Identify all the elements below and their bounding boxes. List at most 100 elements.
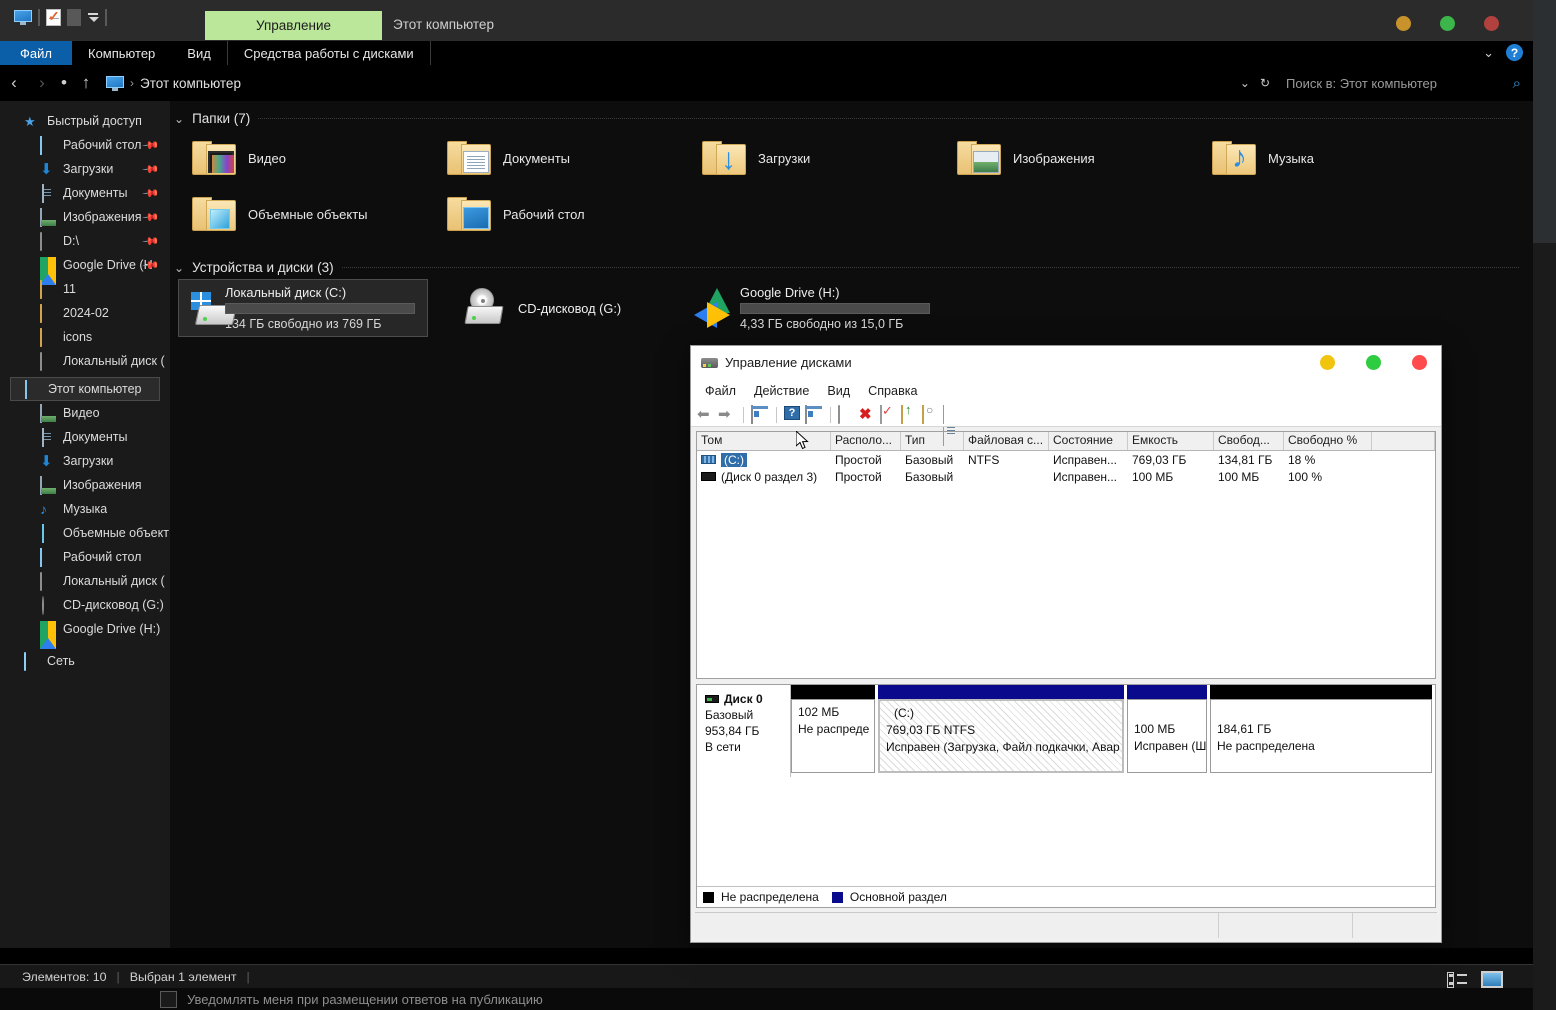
- sidebar-item-pictures[interactable]: Изображения 📌: [0, 205, 170, 229]
- column-header-capacity[interactable]: Емкость: [1128, 432, 1214, 450]
- tab-file[interactable]: Файл: [0, 41, 72, 65]
- quick-access-toolbar[interactable]: [14, 8, 107, 26]
- partition-box[interactable]: (C:) 769,03 ГБ NTFS Исправен (Загрузка, …: [878, 699, 1124, 773]
- breadcrumb[interactable]: › Этот компьютер: [100, 70, 1240, 96]
- disk-management-toolbar[interactable]: ⬅ ➡ ? ✖: [691, 403, 1441, 446]
- device-tile-cd-drive-g[interactable]: CD-дисковод (G:): [450, 279, 700, 337]
- tab-disk-tools[interactable]: Средства работы с дисками: [226, 41, 431, 65]
- navigation-pane[interactable]: ★ Быстрый доступ Рабочий стол 📌 ⬇ Загруз…: [0, 101, 170, 948]
- sidebar-item-local-disk-c[interactable]: Локальный диск (: [0, 569, 170, 593]
- properties-icon[interactable]: [46, 8, 61, 26]
- partition-unallocated-2[interactable]: 184,61 ГБ Не распределена: [1210, 685, 1432, 777]
- disk-row-0[interactable]: Диск 0 Базовый 953,84 ГБ В сети 102 МБ Н…: [697, 685, 1435, 777]
- search-icon[interactable]: ⌕: [1513, 75, 1521, 92]
- column-header-filesystem[interactable]: Файловая с...: [964, 432, 1049, 450]
- sidebar-item-3d-objects[interactable]: Объемные объект: [0, 521, 170, 545]
- folder-tile-pictures[interactable]: Изображения: [935, 130, 1190, 186]
- details-view-button[interactable]: [1447, 971, 1467, 988]
- customize-qat-icon[interactable]: [87, 13, 99, 22]
- sidebar-item-drive-d[interactable]: D:\ 📌: [0, 229, 170, 253]
- address-dropdown-icon[interactable]: ⌄: [1240, 76, 1250, 90]
- breadcrumb-item[interactable]: Этот компьютер: [140, 76, 241, 91]
- tab-computer[interactable]: Компьютер: [72, 41, 171, 65]
- column-header-spacer[interactable]: [1372, 432, 1435, 450]
- sidebar-item-cd-drive[interactable]: CD-дисковод (G:): [0, 593, 170, 617]
- back-icon[interactable]: ⬅: [697, 406, 715, 423]
- recent-locations-button[interactable]: •: [56, 73, 72, 93]
- list-icon[interactable]: [943, 405, 961, 446]
- notify-checkbox[interactable]: [160, 990, 177, 1008]
- sidebar-item-local-disk-quick[interactable]: Локальный диск (: [0, 349, 170, 373]
- folder-tile-video[interactable]: Видео: [170, 130, 425, 186]
- column-header-type[interactable]: Тип: [901, 432, 964, 450]
- show-tree-icon[interactable]: [751, 405, 769, 424]
- maximize-button[interactable]: [1440, 16, 1455, 31]
- sidebar-item-desktop[interactable]: Рабочий стол 📌: [0, 133, 170, 157]
- menu-help[interactable]: Справка: [860, 382, 925, 400]
- pin-icon[interactable]: 📌: [142, 184, 161, 202]
- sidebar-item-music[interactable]: ♪ Музыка: [0, 497, 170, 521]
- search-input[interactable]: Поиск в: Этот компьютер ⌕: [1280, 70, 1525, 96]
- folder-tile-documents[interactable]: Документы: [425, 130, 680, 186]
- pin-icon[interactable]: 📌: [142, 136, 161, 154]
- disk-management-window-controls[interactable]: [1320, 355, 1427, 370]
- refresh-icon[interactable]: ↻: [1260, 76, 1270, 90]
- explore-icon[interactable]: [922, 405, 940, 424]
- column-header-status[interactable]: Состояние: [1049, 432, 1128, 450]
- device-tile-local-disk-c[interactable]: Локальный диск (C:) 134 ГБ свободно из 7…: [178, 279, 428, 337]
- sidebar-item-downloads[interactable]: ⬇ Загрузки 📌: [0, 157, 170, 181]
- table-row[interactable]: (Диск 0 раздел 3) Простой Базовый Исправ…: [697, 468, 1435, 485]
- chevron-down-icon[interactable]: ⌄: [174, 261, 184, 275]
- sidebar-item-quick-access[interactable]: ★ Быстрый доступ: [0, 109, 170, 133]
- sidebar-item-this-pc[interactable]: Этот компьютер: [10, 377, 160, 401]
- pin-icon[interactable]: 📌: [142, 208, 161, 226]
- volume-cell[interactable]: (Диск 0 раздел 3): [697, 470, 831, 484]
- window-controls[interactable]: [1396, 16, 1499, 31]
- close-button[interactable]: [1484, 16, 1499, 31]
- folder-tile-downloads[interactable]: Загрузки: [680, 130, 935, 186]
- new-volume-icon[interactable]: [901, 405, 919, 424]
- delete-icon[interactable]: ✖: [859, 406, 877, 423]
- pin-icon[interactable]: 📌: [142, 232, 161, 250]
- forward-icon[interactable]: ➡: [718, 406, 736, 423]
- column-header-free-pct[interactable]: Свободно %: [1284, 432, 1372, 450]
- new-folder-icon[interactable]: [67, 9, 81, 26]
- help-icon[interactable]: ?: [784, 406, 802, 423]
- this-pc-icon[interactable]: [14, 10, 32, 25]
- rescan-icon[interactable]: [838, 405, 856, 424]
- sidebar-item-downloads-pc[interactable]: ⬇ Загрузки: [0, 449, 170, 473]
- large-icons-view-button[interactable]: [1481, 971, 1503, 988]
- minimize-button[interactable]: [1320, 355, 1335, 370]
- partition-box[interactable]: 184,61 ГБ Не распределена: [1210, 699, 1432, 773]
- volume-cell[interactable]: (C:): [697, 452, 831, 467]
- table-row[interactable]: (C:) Простой Базовый NTFS Исправен... 76…: [697, 451, 1435, 468]
- maximize-button[interactable]: [1366, 355, 1381, 370]
- show-pane-icon[interactable]: [805, 405, 823, 424]
- minimize-button[interactable]: [1396, 16, 1411, 31]
- help-icon[interactable]: ?: [1506, 44, 1523, 61]
- sidebar-item-folder-2024-02[interactable]: 2024-02: [0, 301, 170, 325]
- tab-view[interactable]: Вид: [171, 41, 227, 65]
- menu-view[interactable]: Вид: [819, 382, 858, 400]
- menu-file[interactable]: Файл: [697, 382, 744, 400]
- sidebar-item-network[interactable]: Сеть: [0, 649, 170, 673]
- sidebar-item-desktop-pc[interactable]: Рабочий стол: [0, 545, 170, 569]
- up-button[interactable]: ↑: [72, 73, 100, 93]
- menu-action[interactable]: Действие: [746, 382, 817, 400]
- column-header-layout[interactable]: Располо...: [831, 432, 901, 450]
- pin-icon[interactable]: 📌: [142, 160, 161, 178]
- disk-graphical-view[interactable]: Диск 0 Базовый 953,84 ГБ В сети 102 МБ Н…: [696, 684, 1436, 908]
- sidebar-item-videos[interactable]: Видео: [0, 401, 170, 425]
- partition-c[interactable]: (C:) 769,03 ГБ NTFS Исправен (Загрузка, …: [878, 685, 1124, 777]
- sidebar-item-folder-11[interactable]: 11: [0, 277, 170, 301]
- sidebar-item-folder-icons[interactable]: icons: [0, 325, 170, 349]
- forward-button[interactable]: ›: [28, 73, 56, 93]
- folder-tile-music[interactable]: Музыка: [1190, 130, 1445, 186]
- partition-box[interactable]: 100 МБ Исправен (Ш: [1127, 699, 1207, 773]
- group-header-devices[interactable]: ⌄ Устройства и диски (3): [174, 260, 1533, 275]
- column-header-volume[interactable]: Том: [697, 432, 831, 450]
- column-header-free[interactable]: Свобод...: [1214, 432, 1284, 450]
- properties-icon[interactable]: [880, 405, 898, 424]
- disk-management-menubar[interactable]: Файл Действие Вид Справка: [691, 379, 1441, 403]
- volume-table[interactable]: Том Располо... Тип Файловая с... Состоян…: [696, 431, 1436, 679]
